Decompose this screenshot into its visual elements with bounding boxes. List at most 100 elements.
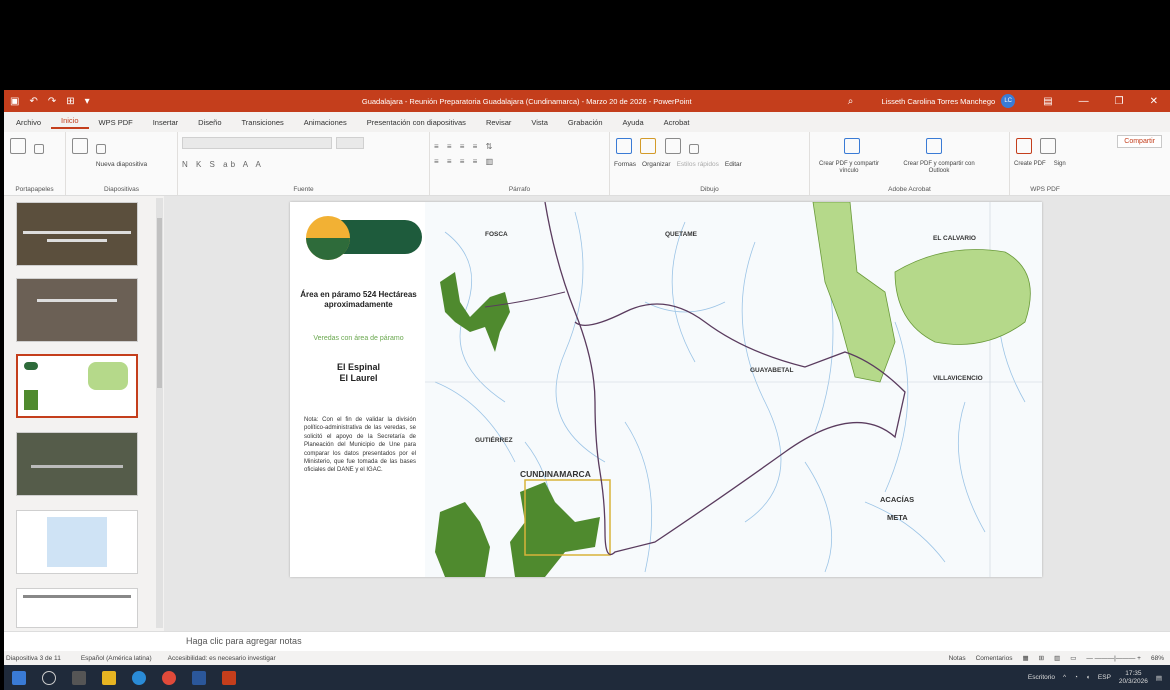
tray-chevron-icon[interactable]: ^ bbox=[1063, 674, 1066, 681]
slide-thumbnail[interactable] bbox=[16, 202, 138, 266]
paste-icon[interactable] bbox=[10, 138, 26, 154]
font-format-buttons[interactable]: N K S ab A A bbox=[182, 160, 425, 169]
area-title: Área en páramo 524 Hectáreas aproximadam… bbox=[300, 290, 417, 309]
volume-icon[interactable]: ◖ bbox=[1086, 674, 1090, 681]
slideshow-icon[interactable]: ▭ bbox=[1070, 654, 1076, 662]
search-icon[interactable]: ⌕ bbox=[840, 96, 862, 107]
language-indicator[interactable]: Español (América latina) bbox=[79, 655, 152, 662]
tab-presentación-con-diapositivas[interactable]: Presentación con diapositivas bbox=[357, 118, 476, 127]
tab-archivo[interactable]: Archivo bbox=[6, 118, 51, 127]
work-area: Área en páramo 524 Hectáreas aproximadam… bbox=[4, 196, 1170, 631]
clock[interactable]: 17:35 20/3/2026 bbox=[1119, 670, 1148, 686]
tab-ayuda[interactable]: Ayuda bbox=[613, 118, 654, 127]
layout-icon[interactable] bbox=[96, 144, 107, 154]
tab-dise-o[interactable]: Diseño bbox=[188, 118, 231, 127]
wps-pdf-icon[interactable] bbox=[1016, 138, 1032, 154]
tab-grabación[interactable]: Grabación bbox=[558, 118, 613, 127]
windows-taskbar: Escritorio ^ ◔ ◖ ESP 17:35 20/3/2026 ▤ bbox=[4, 665, 1170, 690]
map-label: META bbox=[887, 513, 908, 522]
search-icon[interactable] bbox=[42, 670, 56, 685]
edge-icon[interactable] bbox=[132, 670, 146, 685]
slide-thumbnail[interactable] bbox=[16, 432, 138, 496]
wps-sign-button[interactable]: Sign bbox=[1054, 161, 1066, 167]
arrange-icon[interactable] bbox=[640, 138, 657, 154]
ribbon: Portapapeles Nueva diapositiva Diapositi… bbox=[4, 132, 1170, 196]
map-label: ACACÍAS bbox=[880, 495, 914, 504]
maximize-icon[interactable]: ❐ bbox=[1115, 96, 1124, 107]
create-pdf-icon[interactable] bbox=[844, 138, 860, 154]
undo-icon[interactable]: ↶ bbox=[29, 96, 37, 107]
arrange-button[interactable]: Organizar bbox=[642, 161, 671, 168]
tab-transiciones[interactable]: Transiciones bbox=[232, 118, 294, 127]
slide-thumbnail[interactable] bbox=[16, 510, 138, 574]
edit-button[interactable]: Editar bbox=[725, 161, 742, 168]
sorter-view-icon[interactable]: ⊞ bbox=[1039, 654, 1044, 662]
shapes-button[interactable]: Formas bbox=[614, 161, 636, 168]
customize-chevron-icon[interactable]: ▾ bbox=[85, 96, 90, 107]
close-icon[interactable]: ✕ bbox=[1150, 96, 1158, 107]
font-name-dropdown[interactable] bbox=[182, 137, 332, 149]
word-icon[interactable] bbox=[192, 670, 206, 685]
shapes-icon[interactable] bbox=[616, 138, 632, 154]
slide-counter: Diapositiva 3 de 11 bbox=[6, 654, 61, 662]
slide-thumbnail[interactable] bbox=[16, 588, 138, 628]
screen-frame: ▣ ↶ ↷ ⊞ ▾ Guadalajara - Reunión Preparat… bbox=[0, 0, 1170, 690]
search-icon[interactable] bbox=[689, 144, 700, 154]
vereda-name: El Laurel bbox=[339, 373, 378, 383]
input-language[interactable]: ESP bbox=[1098, 674, 1111, 681]
align-buttons[interactable]: ≡ ≡ ≡ ≡ ▥ bbox=[434, 157, 605, 166]
network-icon[interactable]: ◔ bbox=[1074, 674, 1078, 681]
list-buttons[interactable]: ≡ ≡ ≡ ≡ ⇅ bbox=[434, 142, 605, 151]
notifications-icon[interactable]: ▤ bbox=[1156, 674, 1162, 682]
create-pdf-outlook-button[interactable]: Crear PDF y compartir con Outlook bbox=[894, 161, 984, 175]
file-explorer-icon[interactable] bbox=[102, 670, 116, 685]
comments-button[interactable]: Comentarios bbox=[976, 655, 1013, 662]
start-icon[interactable] bbox=[12, 670, 26, 685]
normal-view-icon[interactable]: ▦ bbox=[1022, 654, 1028, 662]
task-view-icon[interactable] bbox=[72, 670, 86, 685]
quick-access-toolbar: ▣ ↶ ↷ ⊞ ▾ bbox=[4, 96, 214, 107]
tab-insertar[interactable]: Insertar bbox=[143, 118, 188, 127]
map-label: EL CALVARIO bbox=[933, 235, 976, 242]
tab-vista[interactable]: Vista bbox=[521, 118, 558, 127]
minimize-icon[interactable]: — bbox=[1079, 96, 1089, 107]
new-slide-button[interactable]: Nueva diapositiva bbox=[70, 161, 173, 168]
notes-pane[interactable]: Haga clic para agregar notas bbox=[4, 631, 1170, 651]
quick-styles-icon[interactable] bbox=[664, 138, 681, 154]
notes-placeholder[interactable]: Haga clic para agregar notas bbox=[186, 636, 302, 646]
avatar[interactable]: LC bbox=[1001, 94, 1016, 108]
accessibility-status[interactable]: Accesibilidad: es necesario investigar bbox=[166, 655, 276, 662]
sign-icon[interactable] bbox=[1040, 138, 1057, 154]
slide-thumbnail[interactable] bbox=[16, 278, 138, 342]
desktop-label[interactable]: Escritorio bbox=[1028, 674, 1055, 681]
thumbnail-scrollbar[interactable] bbox=[156, 198, 163, 628]
new-slide-icon[interactable] bbox=[72, 138, 88, 154]
share-button[interactable]: Compartir bbox=[1117, 135, 1162, 148]
save-icon[interactable]: ▣ bbox=[10, 96, 19, 107]
cut-icon[interactable] bbox=[34, 144, 45, 154]
wps-create-pdf-button[interactable]: Create PDF bbox=[1014, 161, 1046, 167]
user-name[interactable]: Lisseth Carolina Torres Manchego bbox=[882, 97, 996, 106]
create-pdf-button[interactable]: Crear PDF y compartir vínculo bbox=[814, 161, 884, 175]
notes-button[interactable]: Notas bbox=[949, 655, 966, 662]
font-size-dropdown[interactable] bbox=[336, 137, 365, 149]
quick-styles-button[interactable]: Estilos rápidos bbox=[677, 161, 719, 168]
tab-acrobat[interactable]: Acrobat bbox=[654, 118, 700, 127]
slide-canvas[interactable]: Área en páramo 524 Hectáreas aproximadam… bbox=[290, 202, 1042, 577]
tab-inicio[interactable]: Inicio bbox=[51, 116, 89, 129]
redo-icon[interactable]: ↷ bbox=[48, 96, 56, 107]
map-label: GUAYABETAL bbox=[750, 367, 793, 374]
map-label: QUETAME bbox=[665, 231, 698, 238]
powerpoint-icon[interactable] bbox=[222, 670, 236, 685]
present-icon[interactable]: ⊞ bbox=[66, 96, 74, 107]
chrome-icon[interactable] bbox=[162, 670, 176, 685]
tab-revisar[interactable]: Revisar bbox=[476, 118, 521, 127]
ribbon-display-icon[interactable]: ▤ bbox=[1043, 96, 1052, 107]
zoom-slider[interactable]: — ———|——— + bbox=[1086, 655, 1141, 662]
zoom-level[interactable]: 68% bbox=[1151, 655, 1164, 662]
pdf-outlook-icon[interactable] bbox=[926, 138, 943, 154]
tab-wps-pdf[interactable]: WPS PDF bbox=[89, 118, 143, 127]
reading-view-icon[interactable]: ▥ bbox=[1054, 654, 1060, 662]
tab-animaciones[interactable]: Animaciones bbox=[294, 118, 357, 127]
slide-thumbnail-selected[interactable] bbox=[16, 354, 138, 418]
